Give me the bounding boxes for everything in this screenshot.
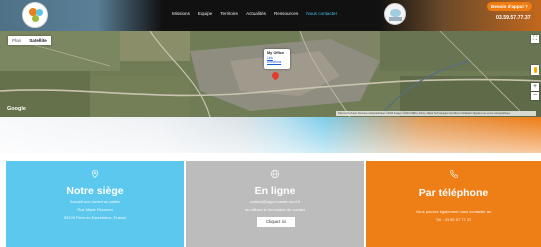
location-icon <box>91 169 99 179</box>
panel-online: En ligne contact@appui-sante-nord.fr ou … <box>186 161 364 247</box>
nav-ressources[interactable]: Ressources <box>274 11 298 16</box>
embedded-map[interactable]: Plan Satellite My Office Link Directions… <box>0 31 541 117</box>
panel-line: Rue Marie Pecoroni <box>77 207 113 212</box>
panel-title: Par téléphone <box>418 187 489 199</box>
click-here-button[interactable]: Cliquez ici <box>257 217 295 227</box>
site-logo[interactable] <box>22 2 48 28</box>
fullscreen-icon[interactable]: ⛶ <box>531 35 539 43</box>
panel-phone-number[interactable]: Tél : 03 59 57 77 37 <box>366 217 541 222</box>
contact-email[interactable]: contact@appui-sante-nord.fr <box>186 199 364 204</box>
zoom-out-button[interactable]: − <box>531 92 539 100</box>
panel-line: 59139 Flers en Escrebieux, France <box>63 215 127 220</box>
map-type-plan[interactable]: Plan <box>8 36 25 45</box>
logo-mark <box>32 15 39 22</box>
need-support-button[interactable]: Besoin d'appui ? <box>487 2 532 11</box>
zoom-in-button[interactable]: + <box>531 83 539 91</box>
main-nav: Missions Equipe Territoire Actualités Re… <box>172 11 337 16</box>
phone-icon <box>449 170 458 178</box>
map-attribution: Raccourcis clavier Données cartographiqu… <box>336 111 536 116</box>
map-info-window: My Office Link Directions <box>264 49 290 69</box>
badge-graphic <box>389 17 402 21</box>
satellite-imagery <box>0 31 541 117</box>
panel-line: Vous pouvez également nous contacter au <box>415 209 492 214</box>
header-phone[interactable]: 03.59.57.77.37 <box>496 15 531 21</box>
band-overlay <box>0 117 541 153</box>
panel-line: Accueil non ouvert au public <box>69 199 121 204</box>
google-logo: Google <box>7 106 26 112</box>
nav-territoire[interactable]: Territoire <box>220 11 238 16</box>
site-header: Missions Equipe Territoire Actualités Re… <box>0 0 541 31</box>
nav-actualites[interactable]: Actualités <box>246 11 266 16</box>
globe-icon <box>270 169 280 179</box>
panel-line: ou utilisez le formulaire de contact <box>244 207 306 212</box>
panel-headquarters: Notre siège Accueil non ouvert au public… <box>6 161 184 247</box>
nav-equipe[interactable]: Equipe <box>198 11 212 16</box>
info-title: My Office <box>267 51 285 55</box>
panel-title: En ligne <box>254 185 296 197</box>
map-type-satellite[interactable]: Satellite <box>25 36 51 45</box>
partner-badge[interactable] <box>384 3 406 25</box>
street-view-pegman-icon[interactable] <box>531 65 539 75</box>
map-type-toggle: Plan Satellite <box>8 36 51 45</box>
nav-contact[interactable]: Nous contacter <box>306 11 337 16</box>
panel-title: Notre siège <box>66 185 124 197</box>
badge-graphic <box>390 9 401 17</box>
nav-missions[interactable]: Missions <box>172 11 190 16</box>
directions-link[interactable]: Directions <box>267 60 287 64</box>
panel-phone: Par téléphone Vous pouvez également nous… <box>366 161 541 247</box>
